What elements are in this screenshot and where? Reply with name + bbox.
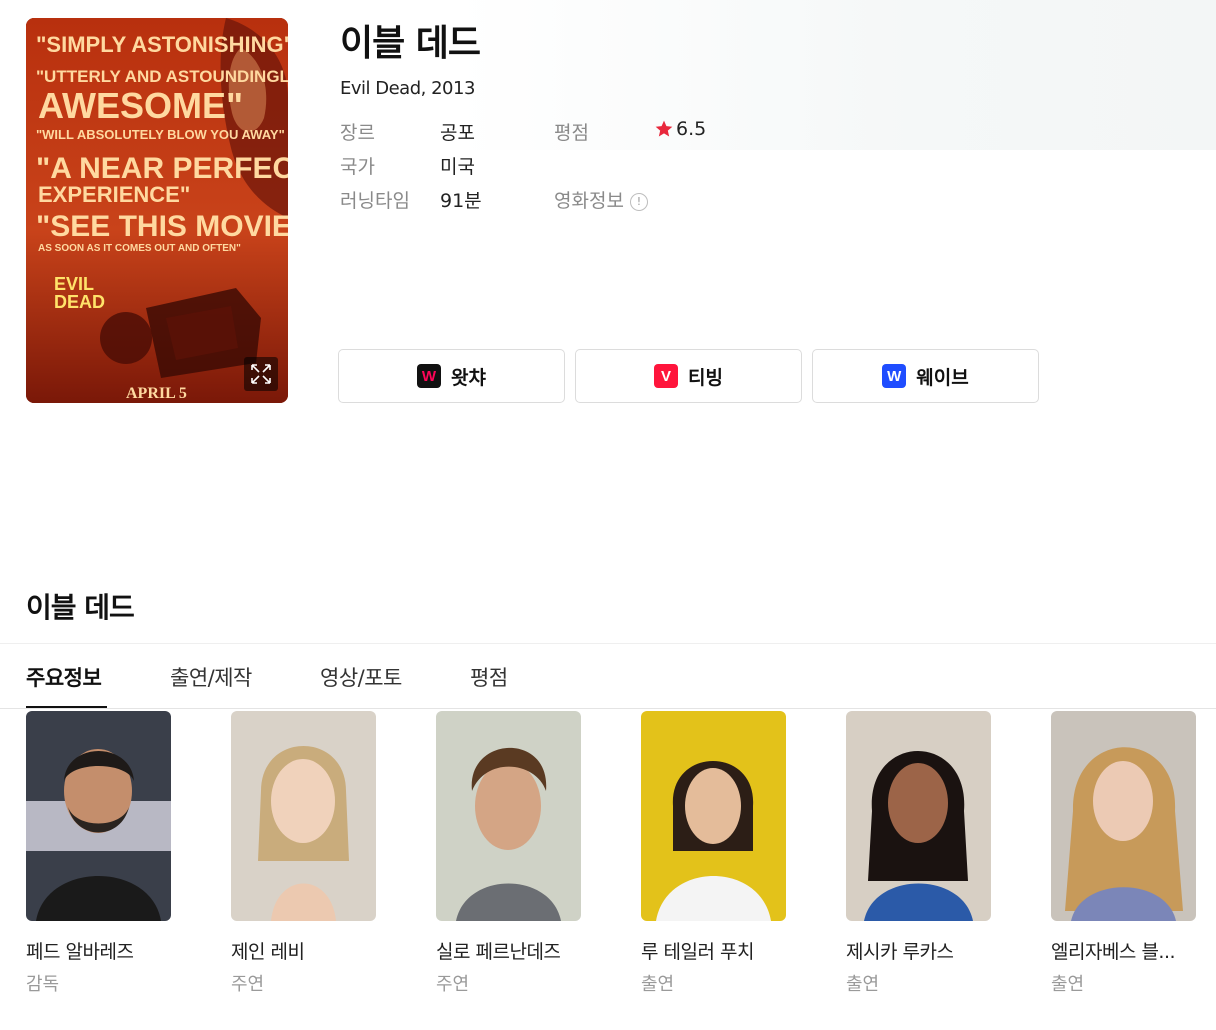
cast-role: 출연 [641, 974, 675, 995]
poster-quote-4: "WILL ABSOLUTELY BLOW YOU AWAY" [36, 127, 285, 142]
cast-role: 감독 [26, 974, 60, 995]
cast-photo [846, 711, 991, 921]
cast-photo [641, 711, 786, 921]
cast-role: 출연 [846, 974, 880, 995]
ott-label-wavve: 웨이브 [916, 366, 969, 389]
rating-value-wrap: 6.5 [654, 118, 706, 140]
cast-name: 페드 알바레즈 [26, 941, 134, 963]
runtime-label: 러닝타임 [340, 190, 410, 212]
cast-card[interactable]: 제인 레비 주연 [231, 711, 376, 996]
country-value: 미국 [440, 156, 475, 178]
cast-photo [1051, 711, 1196, 921]
tab-video-photo[interactable]: 영상/포토 [320, 662, 402, 692]
ott-label-watcha: 왓챠 [451, 366, 486, 389]
cast-role: 주연 [436, 974, 470, 995]
section-title: 이블 데드 [26, 591, 135, 624]
tab-cast-crew[interactable]: 출연/제작 [170, 662, 252, 692]
poster-logo-line1: EVIL [54, 274, 94, 294]
movie-hero: "SIMPLY ASTONISHING" "UTTERLY AND ASTOUN… [0, 0, 1216, 440]
genre-label: 장르 [340, 122, 375, 144]
poster-quote-3: AWESOME" [38, 85, 243, 126]
movie-title: 이블 데드 [340, 23, 481, 64]
cast-card[interactable]: 엘리자베스 블... 출연 [1051, 711, 1196, 996]
poster-date: APRIL 5 [126, 385, 187, 402]
cast-name: 제인 레비 [231, 941, 305, 963]
cast-name: 루 테일러 푸치 [641, 941, 754, 963]
cast-photo [436, 711, 581, 921]
movie-info: 이블 데드 Evil Dead, 2013 [340, 14, 481, 99]
country-label: 국가 [340, 156, 375, 178]
star-icon [655, 120, 673, 137]
ott-label-tving: 티빙 [688, 366, 723, 389]
rating-value: 6.5 [676, 118, 707, 140]
cast-photo [231, 711, 376, 921]
cast-name: 실로 페르난데즈 [436, 941, 561, 963]
poster-quote-1: "SIMPLY ASTONISHING" [36, 32, 288, 57]
cast-card[interactable]: 루 테일러 푸치 출연 [641, 711, 786, 996]
tab-bar: 주요정보 출연/제작 영상/포토 평점 [0, 644, 1216, 709]
cast-name: 제시카 루카스 [846, 941, 954, 963]
ott-button-wavve[interactable]: W 웨이브 [812, 349, 1039, 403]
cast-card[interactable]: 페드 알바레즈 감독 [26, 711, 171, 996]
rating-label: 평점 [554, 122, 589, 144]
ott-button-watcha[interactable]: W 왓챠 [338, 349, 565, 403]
poster-quote-5: "A NEAR PERFECT [36, 152, 288, 185]
poster-quote-2: "UTTERLY AND ASTOUNDINGLY [36, 67, 288, 86]
poster-quote-6: EXPERIENCE" [38, 182, 190, 207]
movie-info-link[interactable]: 영화정보! [554, 186, 648, 213]
genre-value: 공포 [440, 122, 475, 144]
cast-card[interactable]: 실로 페르난데즈 주연 [436, 711, 581, 996]
poster-artwork: "SIMPLY ASTONISHING" "UTTERLY AND ASTOUN… [26, 18, 288, 403]
expand-poster-button[interactable] [244, 357, 278, 391]
poster-logo-line2: DEAD [54, 292, 105, 312]
movie-poster[interactable]: "SIMPLY ASTONISHING" "UTTERLY AND ASTOUN… [26, 18, 288, 403]
runtime-value: 91분 [440, 190, 482, 212]
poster-quote-8: AS SOON AS IT COMES OUT AND OFTEN" [38, 243, 241, 254]
tving-logo-icon: V [654, 364, 679, 388]
cast-card[interactable]: 제시카 루카스 출연 [846, 711, 991, 996]
wavve-logo-icon: W [882, 364, 907, 388]
watcha-logo-icon: W [417, 364, 442, 388]
active-tab-indicator [26, 706, 107, 708]
cast-role: 주연 [231, 974, 265, 995]
cast-role: 출연 [1051, 974, 1085, 995]
tab-main-info[interactable]: 주요정보 [26, 662, 102, 692]
movie-subtitle: Evil Dead, 2013 [340, 78, 475, 99]
cast-name: 엘리자베스 블... [1051, 941, 1176, 963]
tab-ratings[interactable]: 평점 [470, 662, 508, 692]
movie-info-label: 영화정보 [554, 190, 624, 212]
cast-photo [26, 711, 171, 921]
ott-button-tving[interactable]: V 티빙 [575, 349, 802, 403]
poster-quote-7: "SEE THIS MOVIE [36, 210, 288, 243]
expand-icon [251, 364, 271, 384]
info-icon[interactable]: ! [629, 192, 648, 211]
